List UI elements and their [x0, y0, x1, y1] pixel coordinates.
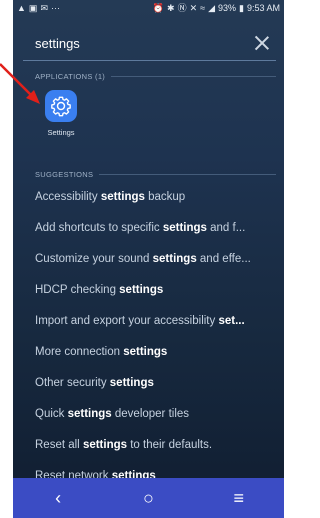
battery-icon: ▮	[239, 3, 244, 13]
suggestion-item[interactable]: Add shortcuts to specific settings and f…	[35, 213, 280, 244]
annotation-arrow-icon	[0, 63, 40, 104]
home-button[interactable]: ○	[128, 488, 168, 509]
suggestion-item[interactable]: Other security settings	[35, 368, 280, 399]
suggestion-item[interactable]: HDCP checking settings	[35, 275, 280, 306]
nfc-icon: Ⓝ	[177, 3, 187, 13]
navigation-bar: ‹ ○ ≡	[13, 478, 284, 518]
more-icon: ···	[50, 3, 60, 13]
suggestion-item[interactable]: Reset all settings to their defaults.	[35, 430, 280, 461]
clock: 9:53 AM	[246, 3, 280, 13]
suggestions-list: Accessibility settings backup Add shortc…	[35, 182, 280, 492]
image-icon: ▣	[28, 3, 38, 13]
settings-app-label: Settings	[47, 128, 75, 137]
mail-icon: ✉	[40, 3, 48, 13]
signal-icon: ◢	[208, 3, 215, 13]
suggestion-item[interactable]: Quick settings developer tiles	[35, 399, 280, 430]
suggestion-item[interactable]: Import and export your accessibility set…	[35, 306, 280, 337]
suggestions-header: SUGGESTIONS	[35, 170, 276, 179]
warning-icon: ▲	[17, 3, 26, 13]
battery-text: 93%	[218, 3, 237, 13]
alarm-icon: ⏰	[152, 3, 165, 13]
applications-header: APPLICATIONS (1)	[35, 72, 276, 81]
divider	[99, 174, 276, 175]
suggestion-item[interactable]: Accessibility settings backup	[35, 182, 280, 213]
wifi-icon: ≈	[200, 3, 206, 13]
recents-button[interactable]: ≡	[219, 488, 259, 509]
back-button[interactable]: ‹	[38, 488, 78, 509]
divider	[111, 76, 276, 77]
bluetooth-icon: ✱	[167, 3, 175, 13]
mute-icon: ✕	[189, 3, 198, 13]
status-bar: ▲ ▣ ✉ ··· ⏰ ✱ Ⓝ ✕ ≈ ◢ 93% ▮ 9:53 AM	[13, 0, 284, 16]
search-bar[interactable]: settings	[23, 30, 276, 61]
suggestion-item[interactable]: Customize your sound settings and effe..…	[35, 244, 280, 275]
search-input[interactable]: settings	[35, 36, 80, 51]
suggestion-item[interactable]: More connection settings	[35, 337, 280, 368]
close-icon[interactable]	[252, 33, 272, 53]
